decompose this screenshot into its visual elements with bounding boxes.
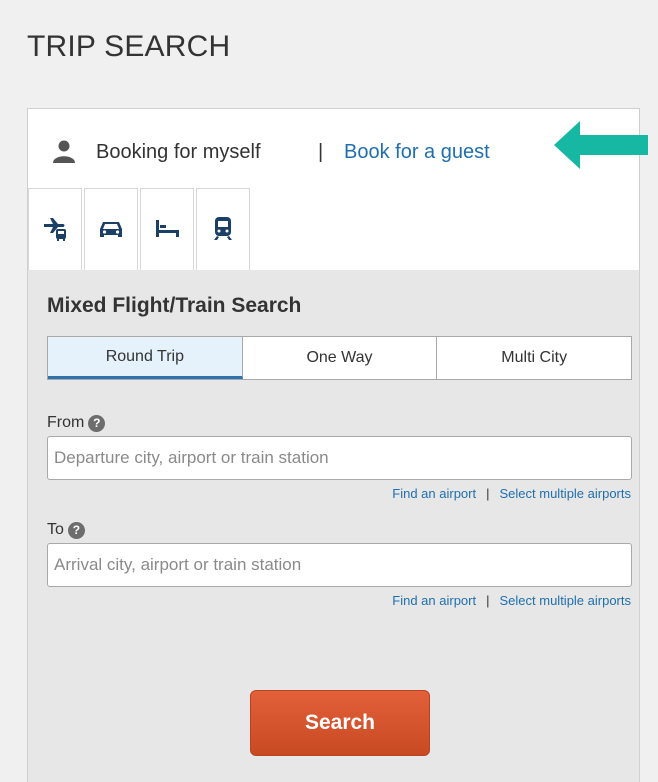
from-label-group: From ? <box>47 414 106 432</box>
trip-type-selector: Round Trip One Way Multi City <box>47 336 632 380</box>
tab-car[interactable] <box>84 188 138 270</box>
to-input[interactable] <box>47 543 632 587</box>
search-form: Mixed Flight/Train Search Round Trip One… <box>28 270 639 782</box>
hotel-bed-icon <box>156 219 179 237</box>
person-icon <box>53 140 75 163</box>
to-links-separator: | <box>486 593 490 608</box>
to-label: To <box>47 521 64 538</box>
from-label: From <box>47 414 85 431</box>
trip-search-panel: Booking for myself | Book for a guest Mi… <box>27 108 648 782</box>
booking-for-myself-label: Booking for myself <box>96 141 261 163</box>
from-links-separator: | <box>486 486 490 501</box>
tab-flight-train[interactable] <box>28 188 82 270</box>
car-icon <box>100 221 122 237</box>
left-arrow-icon <box>554 121 648 169</box>
train-icon <box>214 216 232 240</box>
multi-city-button[interactable]: Multi City <box>437 337 631 379</box>
to-airport-links: Find an airport | Select multiple airpor… <box>392 593 631 608</box>
from-input[interactable] <box>47 436 632 480</box>
booking-separator: | <box>318 141 324 163</box>
to-label-group: To ? <box>47 521 85 539</box>
to-help-icon[interactable]: ? <box>67 521 85 539</box>
to-select-multiple-airports-link[interactable]: Select multiple airports <box>500 593 632 608</box>
search-button[interactable]: Search <box>250 690 430 756</box>
from-airport-links: Find an airport | Select multiple airpor… <box>392 486 631 501</box>
one-way-button[interactable]: One Way <box>243 337 438 379</box>
to-find-airport-link[interactable]: Find an airport <box>392 593 476 608</box>
book-for-guest-link[interactable]: Book for a guest <box>344 141 490 164</box>
search-heading: Mixed Flight/Train Search <box>47 294 302 317</box>
from-find-airport-link[interactable]: Find an airport <box>392 486 476 501</box>
round-trip-button[interactable]: Round Trip <box>48 337 243 379</box>
tab-hotel[interactable] <box>140 188 194 270</box>
page-title: TRIP SEARCH <box>27 30 231 63</box>
travel-type-tabs <box>28 188 639 270</box>
booking-bar: Booking for myself | Book for a guest <box>28 109 648 188</box>
tab-train[interactable] <box>196 188 250 270</box>
flight-train-icon <box>44 217 66 241</box>
from-select-multiple-airports-link[interactable]: Select multiple airports <box>500 486 632 501</box>
from-help-icon[interactable]: ? <box>88 414 106 432</box>
